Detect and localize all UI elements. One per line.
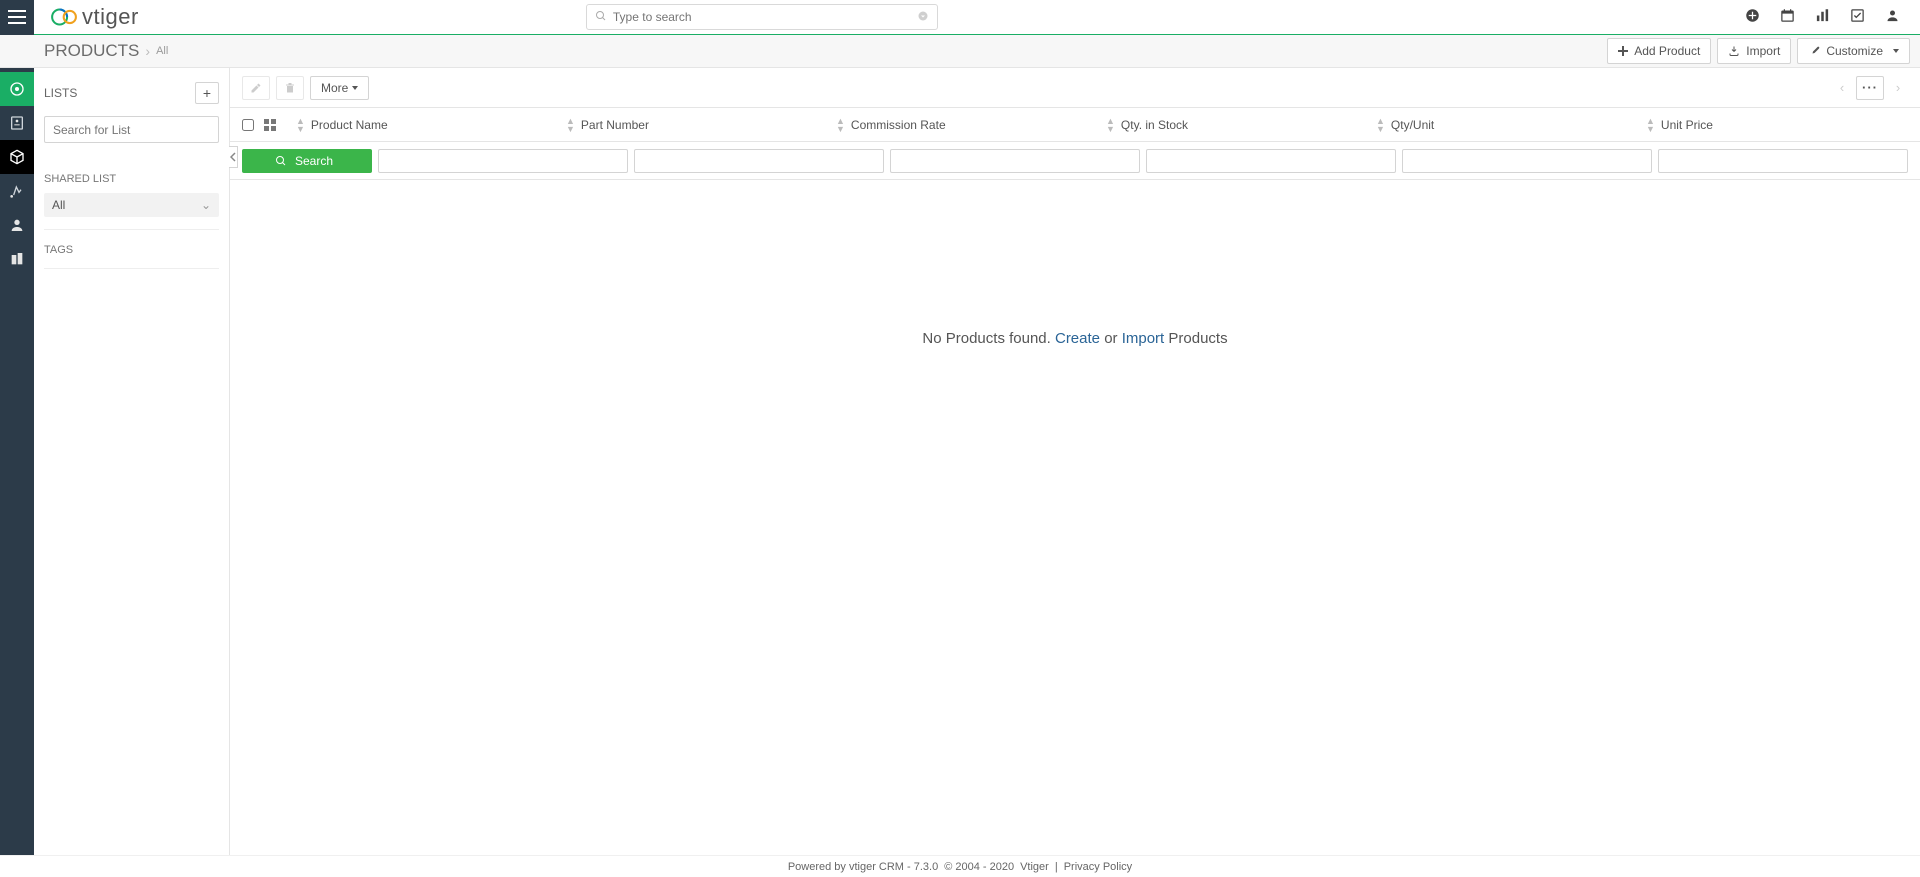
import-label: Import bbox=[1746, 44, 1780, 58]
list-search-input[interactable] bbox=[53, 123, 210, 137]
shared-list-heading: SHARED LIST bbox=[44, 173, 219, 185]
select-all-checkbox[interactable] bbox=[242, 119, 254, 131]
footer-privacy-link[interactable]: Privacy Policy bbox=[1064, 861, 1132, 873]
footer-powered: Powered by vtiger CRM - 7.3.0 bbox=[788, 861, 938, 873]
shared-list-item-all[interactable]: All ⌄ bbox=[44, 193, 219, 217]
lists-heading: LISTS bbox=[44, 86, 77, 100]
brand-name: vtiger bbox=[82, 4, 139, 30]
add-product-button[interactable]: Add Product bbox=[1607, 38, 1711, 64]
footer-vendor-link[interactable]: Vtiger bbox=[1020, 861, 1049, 873]
import-button[interactable]: Import bbox=[1717, 38, 1791, 64]
customize-button[interactable]: Customize bbox=[1797, 38, 1910, 64]
module-rail bbox=[0, 68, 34, 855]
column-config-icon[interactable] bbox=[264, 119, 288, 131]
brand-logo: vtiger bbox=[46, 4, 139, 30]
apply-filter-button[interactable]: Search bbox=[242, 149, 372, 173]
breadcrumb-module[interactable]: PRODUCTS bbox=[44, 41, 139, 61]
shared-list-item-label: All bbox=[52, 198, 65, 212]
rail-organization[interactable] bbox=[0, 242, 34, 276]
filter-row: Search bbox=[230, 142, 1920, 180]
caret-down-icon bbox=[1893, 49, 1899, 53]
search-icon bbox=[595, 10, 607, 25]
filter-search-label: Search bbox=[295, 154, 333, 168]
page-next-button[interactable]: › bbox=[1888, 76, 1908, 100]
tags-heading: TAGS bbox=[44, 244, 219, 256]
lists-panel: LISTS + SHARED LIST All ⌄ TAGS bbox=[34, 68, 230, 855]
delete-button[interactable] bbox=[276, 76, 304, 100]
user-menu-icon[interactable] bbox=[1885, 8, 1900, 26]
search-scope-dropdown[interactable] bbox=[917, 10, 929, 25]
global-search-input[interactable] bbox=[613, 10, 917, 24]
rail-contacts[interactable] bbox=[0, 106, 34, 140]
col-unit-price[interactable]: ▲▼Unit Price bbox=[1638, 117, 1908, 133]
main-menu-button[interactable] bbox=[0, 0, 34, 35]
footer-sep: | bbox=[1055, 861, 1058, 873]
rail-opportunities[interactable] bbox=[0, 174, 34, 208]
more-label: More bbox=[321, 81, 348, 95]
filter-product-name[interactable] bbox=[378, 149, 628, 173]
caret-down-icon bbox=[352, 86, 358, 90]
list-toolbar: More ‹ ··· › bbox=[230, 68, 1920, 108]
collapse-sidebar-button[interactable] bbox=[229, 146, 238, 168]
col-qty-in-stock[interactable]: ▲▼Qty. in Stock bbox=[1098, 117, 1368, 133]
add-list-button[interactable]: + bbox=[195, 82, 219, 104]
tasks-icon[interactable] bbox=[1850, 8, 1865, 26]
filter-qty-unit[interactable] bbox=[1402, 149, 1652, 173]
rail-products[interactable] bbox=[0, 140, 34, 174]
breadcrumb-view: All bbox=[156, 45, 168, 57]
divider bbox=[44, 229, 219, 230]
footer-copyright: © 2004 - 2020 bbox=[944, 861, 1014, 873]
brand-logo-icon bbox=[46, 6, 80, 28]
list-search[interactable] bbox=[44, 116, 219, 143]
divider bbox=[44, 268, 219, 269]
rail-dashboard[interactable] bbox=[0, 72, 34, 106]
global-search[interactable] bbox=[586, 4, 938, 30]
empty-create-link[interactable]: Create bbox=[1055, 330, 1100, 347]
calendar-icon[interactable] bbox=[1780, 8, 1795, 26]
filter-part-number[interactable] bbox=[634, 149, 884, 173]
col-qty-unit[interactable]: ▲▼Qty/Unit bbox=[1368, 117, 1638, 133]
page-jump-button[interactable]: ··· bbox=[1856, 76, 1884, 100]
col-commission-rate[interactable]: ▲▼Commission Rate bbox=[828, 117, 1098, 133]
filter-commission-rate[interactable] bbox=[890, 149, 1140, 173]
add-product-label: Add Product bbox=[1634, 44, 1700, 58]
reports-icon[interactable] bbox=[1815, 8, 1830, 26]
filter-unit-price[interactable] bbox=[1658, 149, 1908, 173]
table-header: ▲▼Product Name ▲▼Part Number ▲▼Commissio… bbox=[230, 108, 1920, 142]
col-part-number[interactable]: ▲▼Part Number bbox=[558, 117, 828, 133]
quick-create-icon[interactable] bbox=[1745, 8, 1760, 26]
more-dropdown[interactable]: More bbox=[310, 76, 369, 100]
customize-label: Customize bbox=[1826, 44, 1883, 58]
breadcrumb: PRODUCTS › All bbox=[44, 41, 168, 61]
col-product-name[interactable]: ▲▼Product Name bbox=[288, 117, 558, 133]
edit-button[interactable] bbox=[242, 76, 270, 100]
chevron-down-icon: ⌄ bbox=[201, 198, 211, 212]
empty-import-link[interactable]: Import bbox=[1122, 330, 1165, 347]
rail-person[interactable] bbox=[0, 208, 34, 242]
empty-state: No Products found. Create or Import Prod… bbox=[230, 180, 1920, 855]
chevron-right-icon: › bbox=[145, 43, 150, 59]
footer: Powered by vtiger CRM - 7.3.0 © 2004 - 2… bbox=[0, 855, 1920, 877]
page-prev-button[interactable]: ‹ bbox=[1832, 76, 1852, 100]
filter-qty-in-stock[interactable] bbox=[1146, 149, 1396, 173]
sort-icon: ▲▼ bbox=[296, 117, 305, 133]
